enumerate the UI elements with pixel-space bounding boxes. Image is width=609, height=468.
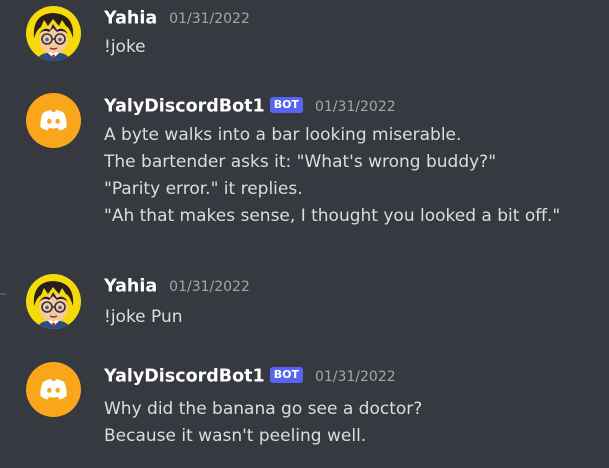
message-line: !joke — [104, 37, 146, 57]
username[interactable]: Yahia — [104, 9, 157, 29]
bot-badge: BOT — [269, 96, 303, 113]
message-line: The bartender asks it: "What's wrong bud… — [104, 152, 497, 172]
bot-avatar[interactable] — [26, 362, 81, 417]
user-avatar[interactable] — [26, 274, 81, 329]
message-header: YalyDiscordBot1 BOT 01/31/2022 — [104, 366, 396, 388]
timestamp: 01/31/2022 — [314, 368, 396, 385]
bot-avatar[interactable] — [26, 93, 81, 148]
message-content: A byte walks into a bar looking miserabl… — [104, 122, 604, 230]
timestamp: 01/31/2022 — [314, 98, 396, 115]
message-content: !joke — [104, 34, 604, 61]
user-avatar[interactable] — [26, 6, 81, 61]
user-avatar-icon — [26, 274, 81, 329]
timestamp: 01/31/2022 — [169, 278, 250, 295]
message-header: Yahia 01/31/2022 — [104, 276, 250, 298]
message-line: "Ah that makes sense, I thought you look… — [104, 206, 561, 226]
username[interactable]: Yahia — [104, 277, 157, 297]
user-avatar-icon — [26, 6, 81, 61]
message-header: Yahia 01/31/2022 — [104, 8, 250, 30]
discord-logo-icon — [26, 362, 81, 417]
message-line: !joke Pun — [104, 307, 183, 327]
timestamp: 01/31/2022 — [169, 10, 250, 27]
username[interactable]: YalyDiscordBot1 — [104, 367, 265, 387]
chat-message-list: Yahia 01/31/2022 !joke YalyDiscordBot1 BOT… — [0, 0, 609, 468]
message-line: A byte walks into a bar looking miserabl… — [104, 125, 462, 145]
message-content: Why did the banana go see a doctor? Beca… — [104, 396, 604, 450]
discord-logo-icon — [26, 93, 81, 148]
message-line: Because it wasn't peeling well. — [104, 426, 367, 446]
message-line: "Parity error." it replies. — [104, 179, 303, 199]
message-line: Why did the banana go see a doctor? — [104, 399, 423, 419]
bot-badge: BOT — [269, 366, 303, 383]
username[interactable]: YalyDiscordBot1 — [104, 97, 265, 117]
message-content: !joke Pun — [104, 304, 604, 331]
divider — [0, 293, 6, 295]
message-header: YalyDiscordBot1 BOT 01/31/2022 — [104, 96, 396, 118]
